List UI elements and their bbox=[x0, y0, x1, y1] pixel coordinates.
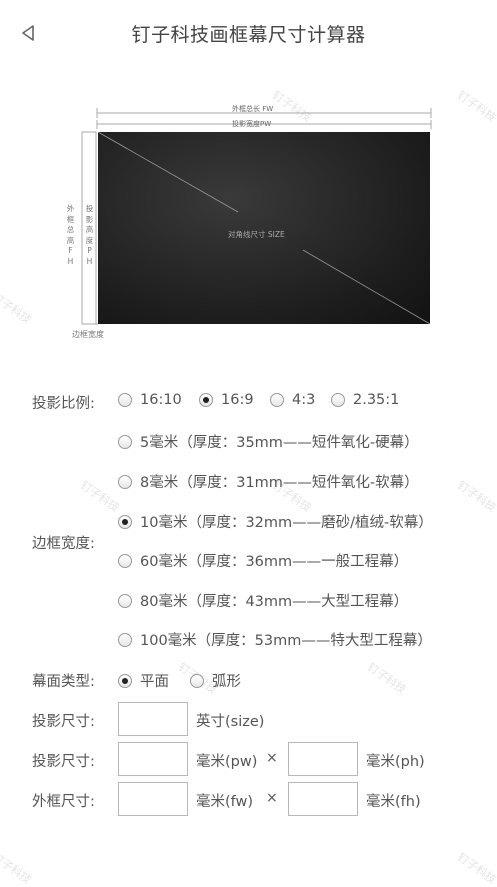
radio-button[interactable] bbox=[331, 393, 345, 407]
ratio-option-4-3[interactable]: 4:3 bbox=[270, 392, 315, 408]
radio-button[interactable] bbox=[118, 673, 132, 688]
size-unit: 英寸(size) bbox=[196, 714, 265, 730]
watermark: 钉子科技 bbox=[0, 850, 34, 887]
radio-button[interactable] bbox=[118, 434, 132, 449]
frame-option-100mm[interactable]: 100毫米（厚度：53mm——特大型工程幕） bbox=[118, 629, 432, 650]
frame-option-80mm[interactable]: 80毫米（厚度：43mm——大型工程幕） bbox=[118, 590, 408, 611]
outer-height-label: 外框总高FH bbox=[66, 204, 75, 266]
watermark: 钉子科技 bbox=[77, 478, 122, 515]
ratio-label: 投影比例: bbox=[32, 396, 95, 412]
screen-type-flat[interactable]: 平面 bbox=[118, 670, 169, 691]
screen-type-label: 幕面类型: bbox=[32, 674, 95, 690]
outer-size-label: 外框尺寸: bbox=[32, 794, 95, 810]
frame-option-8mm[interactable]: 8毫米（厚度：31mm——短件氧化-软幕） bbox=[118, 471, 419, 492]
proj-width-unit: 毫米(pw) bbox=[196, 754, 258, 770]
watermark: 钉子科技 bbox=[454, 478, 497, 515]
diagonal-line bbox=[98, 132, 430, 324]
radio-button[interactable] bbox=[118, 593, 132, 608]
proj-width-label: 投影宽度PW bbox=[232, 120, 272, 128]
proj-height-input[interactable] bbox=[288, 742, 358, 776]
radio-button[interactable] bbox=[270, 393, 284, 407]
size-input[interactable] bbox=[118, 702, 188, 736]
ratio-option-2-35-1[interactable]: 2.35:1 bbox=[331, 392, 399, 408]
radio-button[interactable] bbox=[118, 474, 132, 489]
outer-width-input[interactable] bbox=[118, 782, 188, 816]
outer-width-label: 外框总长 FW bbox=[232, 105, 274, 113]
times-sign: × bbox=[266, 750, 278, 766]
diagonal-size-label: 对角线尺寸 SIZE bbox=[228, 230, 285, 239]
ratio-option-16-9[interactable]: 16:9 bbox=[199, 392, 254, 408]
outer-height-input[interactable] bbox=[288, 782, 358, 816]
frame-width-label: 边框宽度 bbox=[72, 330, 104, 339]
outer-height-unit: 毫米(fh) bbox=[366, 794, 421, 810]
frame-label: 边框宽度: bbox=[32, 536, 95, 552]
proj-height-unit: 毫米(ph) bbox=[366, 754, 425, 770]
proj-width-input[interactable] bbox=[118, 742, 188, 776]
outer-width-unit: 毫米(fw) bbox=[196, 794, 254, 810]
proj-size-label: 投影尺寸: bbox=[32, 754, 95, 770]
watermark: 钉子科技 bbox=[454, 850, 497, 887]
radio-button[interactable] bbox=[190, 673, 204, 688]
radio-button[interactable] bbox=[118, 393, 132, 407]
frame-option-60mm[interactable]: 60毫米（厚度：36mm——一般工程幕） bbox=[118, 550, 408, 571]
times-sign: × bbox=[266, 790, 278, 806]
frame-option-5mm[interactable]: 5毫米（厚度：35mm——短件氧化-硬幕） bbox=[118, 431, 419, 452]
ratio-option-16-10[interactable]: 16:10 bbox=[118, 392, 182, 408]
radio-button[interactable] bbox=[118, 553, 132, 568]
radio-button[interactable] bbox=[118, 514, 132, 529]
watermark: 钉子科技 bbox=[364, 660, 409, 697]
radio-button[interactable] bbox=[199, 393, 213, 407]
frame-option-10mm[interactable]: 10毫米（厚度：32mm——磨砂/植绒-软幕） bbox=[118, 511, 433, 532]
radio-button[interactable] bbox=[118, 632, 132, 647]
screen-type-curved[interactable]: 弧形 bbox=[190, 670, 241, 691]
proj-height-label: 投影高度PH bbox=[85, 204, 94, 266]
size-label: 投影尺寸: bbox=[32, 714, 95, 730]
